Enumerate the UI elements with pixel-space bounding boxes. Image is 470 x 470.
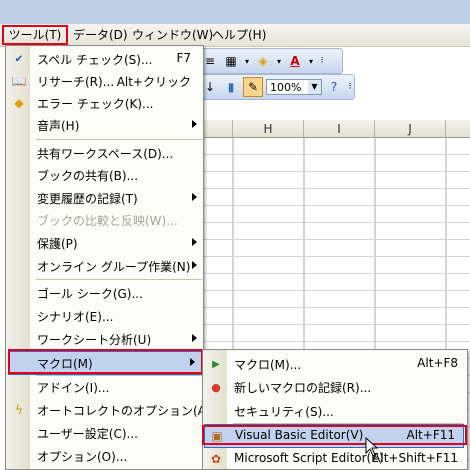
- menu-item-goal-seek[interactable]: ゴール シーク(G)...: [7, 282, 203, 304]
- toolbar-options-icon[interactable]: ⁝: [318, 52, 326, 70]
- menu-item-shortcut: Alt+Shift+F11: [372, 451, 458, 465]
- menu-item-label: ブックの共有(B)...: [37, 169, 139, 183]
- menu-item-label: スペル チェック(S)...: [37, 53, 153, 67]
- submenu-arrow-icon: [192, 120, 197, 128]
- column-header[interactable]: [446, 120, 470, 138]
- menu-item-autocorrect-options[interactable]: ϟ オートコレクトのオプション(A)...: [7, 399, 222, 421]
- menu-item-label: 音声(H): [37, 119, 80, 133]
- menu-item-label: 新しいマクロの記録(R)...: [234, 381, 372, 395]
- menu-item-options[interactable]: オプション(O)...: [7, 445, 203, 467]
- menu-item-speech[interactable]: 音声(H): [7, 114, 203, 136]
- menu-item-error-check[interactable]: ◆ エラー チェック(K)...: [7, 92, 203, 114]
- menu-item-label: オートコレクトのオプション(A)...: [37, 404, 223, 418]
- menu-item-label: ユーザー設定(C)...: [37, 427, 138, 441]
- menu-item-label: マクロ(M)...: [234, 358, 302, 372]
- menu-bar: ツール(T) データ(D) ウィンドウ(W) ヘルプ(H): [0, 24, 470, 47]
- font-color-icon[interactable]: A: [286, 52, 304, 70]
- chevron-down-icon[interactable]: ▾: [243, 52, 251, 70]
- menu-data[interactable]: データ(D): [73, 27, 128, 43]
- fill-color-icon[interactable]: ◈: [254, 52, 272, 70]
- menu-item-label: セキュリティ(S)...: [234, 405, 334, 419]
- submenu-arrow-icon: [192, 334, 197, 342]
- column-header-i[interactable]: I: [304, 120, 375, 138]
- menu-item-online-collaboration[interactable]: オンライン グループ作業(N): [7, 255, 203, 277]
- research-icon: 📖: [11, 74, 27, 88]
- menu-item-label: ブックの比較と反映(W)...: [37, 214, 178, 228]
- menu-item-label: エラー チェック(K)...: [37, 97, 154, 111]
- column-header-j[interactable]: J: [375, 120, 446, 138]
- menu-separator: [36, 139, 202, 140]
- menu-item-shortcut: Alt+F11: [406, 428, 455, 442]
- submenu-item-visual-basic-editor[interactable]: ▣ Visual Basic Editor(V) Alt+F11: [204, 424, 464, 448]
- spell-check-icon: ✔: [14, 53, 24, 65]
- help-icon[interactable]: ?: [325, 78, 343, 96]
- menu-item-add-ins[interactable]: アドイン(I)...: [7, 376, 203, 398]
- menu-tools[interactable]: ツール(T): [2, 25, 68, 45]
- record-icon: ●: [211, 380, 221, 394]
- submenu-item-macros[interactable]: ▶ マクロ(M)... Alt+F8: [204, 353, 466, 375]
- menu-item-label: リサーチ(R)...: [37, 75, 115, 89]
- menu-item-compare-merge: ブックの比較と反映(W)...: [7, 209, 203, 231]
- menu-item-label: 保護(P): [37, 237, 78, 251]
- borders-icon[interactable]: ▦: [222, 52, 240, 70]
- menu-item-label: アドイン(I)...: [37, 381, 110, 395]
- submenu-arrow-icon: [192, 193, 197, 201]
- menu-separator: [233, 423, 463, 424]
- menu-item-formula-auditing[interactable]: ワークシート分析(U): [7, 328, 203, 350]
- zoom-value: 100%: [270, 81, 302, 94]
- zoom-select[interactable]: 100% ▼: [266, 79, 322, 95]
- menu-item-scenarios[interactable]: シナリオ(E)...: [7, 305, 203, 327]
- menu-item-customize[interactable]: ユーザー設定(C)...: [7, 422, 203, 444]
- submenu-arrow-icon: [190, 358, 195, 366]
- menu-item-label: Visual Basic Editor(V): [235, 428, 364, 442]
- menu-help[interactable]: ヘルプ(H): [212, 27, 266, 43]
- submenu-arrow-icon: [192, 261, 197, 269]
- submenu-item-script-editor[interactable]: ✿ Microsoft Script Editor(E) Alt+Shift+F…: [204, 448, 466, 470]
- vb-editor-icon: ▣: [211, 429, 223, 443]
- submenu-arrow-icon: [192, 238, 197, 246]
- macro-submenu: ▶ マクロ(M)... Alt+F8 ● 新しいマクロの記録(R)... セキュ…: [202, 349, 468, 470]
- menu-item-track-changes[interactable]: 変更履歴の記録(T): [7, 187, 203, 209]
- menu-item-label: シナリオ(E)...: [37, 310, 114, 324]
- menu-item-label: ワークシート分析(U): [37, 333, 152, 347]
- submenu-item-security[interactable]: セキュリティ(S)...: [204, 400, 466, 422]
- lightning-icon: ϟ: [15, 403, 23, 417]
- chevron-down-icon: ▼: [308, 80, 321, 94]
- warning-icon: ◆: [14, 96, 24, 110]
- menu-item-macro[interactable]: マクロ(M): [8, 351, 202, 375]
- standard-toolbar: ↓ ▮ ✎ 100% ▼ ? ⁝: [198, 74, 355, 100]
- menu-item-shortcut: Alt+クリック: [116, 75, 191, 89]
- menu-item-share-workbook[interactable]: ブックの共有(B)...: [7, 164, 203, 186]
- script-editor-icon: ✿: [210, 452, 222, 466]
- drawing-icon[interactable]: ✎: [243, 77, 263, 97]
- submenu-item-record-macro[interactable]: ● 新しいマクロの記録(R)...: [204, 376, 466, 398]
- formatting-toolbar: ≡ ▦ ▾ ◈ ▾ A ▾ ⁝: [198, 48, 343, 74]
- mouse-cursor-icon: [365, 437, 379, 457]
- menu-separator: [36, 279, 202, 280]
- menu-item-shared-workspace[interactable]: 共有ワークスペース(D)...: [7, 142, 203, 164]
- menu-item-shortcut: Alt+F8: [417, 356, 458, 370]
- menu-item-protection[interactable]: 保護(P): [7, 232, 203, 254]
- menu-window[interactable]: ウィンドウ(W): [132, 27, 213, 43]
- menu-item-label: Microsoft Script Editor(E): [234, 451, 384, 465]
- chevron-down-icon[interactable]: ▾: [307, 52, 315, 70]
- menu-item-shortcut: F7: [176, 51, 191, 65]
- window-title-band: [0, 0, 470, 24]
- menu-item-research[interactable]: 📖 リサーチ(R)... Alt+クリック: [7, 70, 203, 92]
- menu-item-label: マクロ(M): [37, 357, 93, 371]
- tools-menu: ✔ スペル チェック(S)... F7 📖 リサーチ(R)... Alt+クリッ…: [5, 45, 222, 470]
- column-header[interactable]: [200, 120, 233, 138]
- play-icon: ▶: [212, 358, 220, 370]
- chart-wizard-icon[interactable]: ▮: [222, 78, 240, 96]
- menu-item-spell-check[interactable]: ✔ スペル チェック(S)... F7: [7, 48, 203, 70]
- column-header-h[interactable]: H: [233, 120, 304, 138]
- toolbar-options-icon[interactable]: ⁝: [346, 78, 354, 96]
- menu-item-label: ゴール シーク(G)...: [37, 287, 143, 301]
- menu-item-label: オンライン グループ作業(N): [37, 260, 191, 274]
- chevron-down-icon[interactable]: ▾: [275, 52, 283, 70]
- menu-item-label: 変更履歴の記録(T): [37, 192, 138, 206]
- menu-item-label: オプション(O)...: [37, 450, 128, 464]
- menu-item-label: 共有ワークスペース(D)...: [37, 147, 174, 161]
